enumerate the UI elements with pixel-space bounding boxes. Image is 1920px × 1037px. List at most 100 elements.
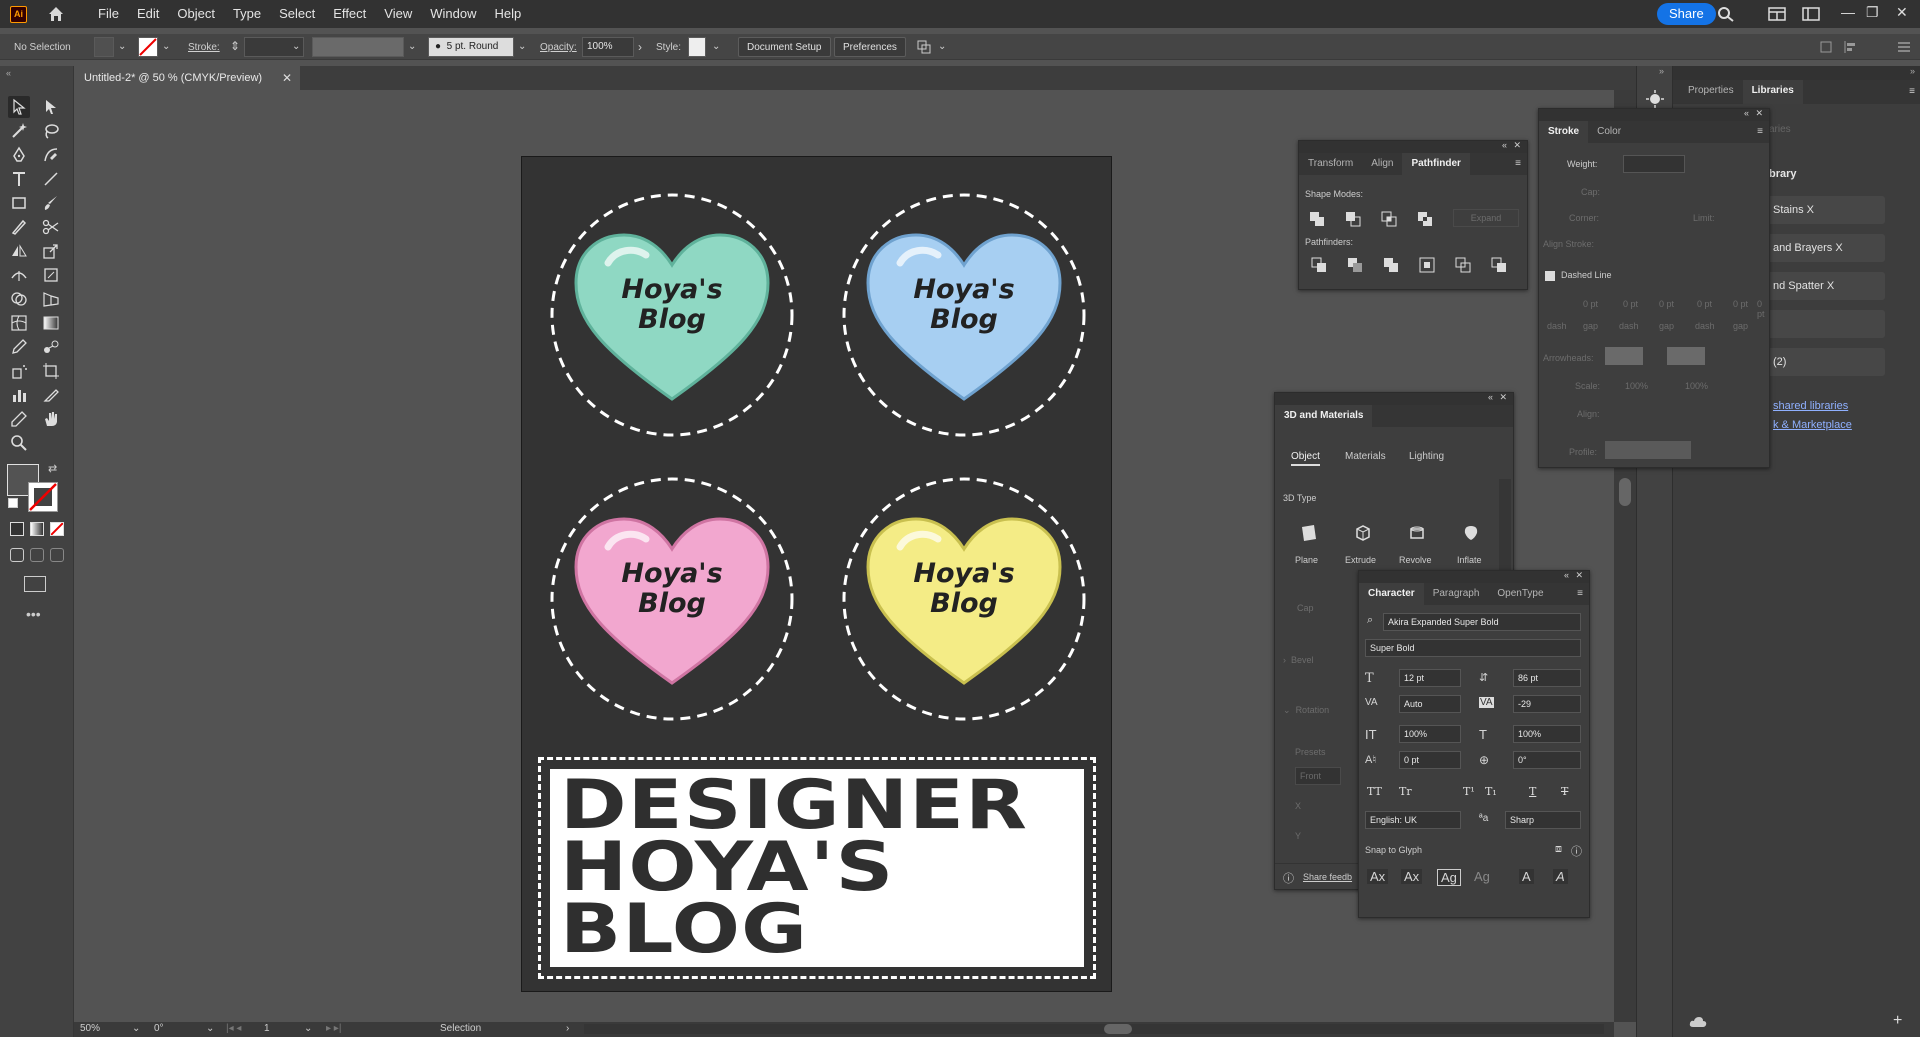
gradient-tool[interactable]: [40, 312, 62, 334]
tab-color[interactable]: Color: [1588, 121, 1630, 143]
menu-window[interactable]: Window: [421, 0, 485, 28]
blend-tool[interactable]: [40, 336, 62, 358]
reflect-tool[interactable]: [8, 240, 30, 262]
close-icon[interactable]: ✕: [1513, 140, 1521, 151]
subtab-object[interactable]: Object: [1291, 451, 1320, 466]
arrowhead-end-select[interactable]: [1667, 347, 1705, 365]
none-mode-icon[interactable]: [50, 522, 64, 536]
font-family-select[interactable]: Akira Expanded Super Bold: [1383, 613, 1581, 631]
gap-value[interactable]: 0 pt: [1623, 299, 1638, 309]
sticker-pink[interactable]: Hoya's Blog: [550, 477, 794, 721]
collapse-icon[interactable]: »: [1910, 66, 1915, 76]
chevron-down-icon[interactable]: ⌄: [206, 1023, 214, 1034]
home-icon[interactable]: [47, 5, 65, 23]
snap-baseline-icon[interactable]: Ax: [1367, 869, 1389, 884]
draw-inside-icon[interactable]: [50, 548, 64, 562]
preferences-button[interactable]: Preferences: [834, 37, 906, 57]
stroke-stepper-icon[interactable]: ⇕: [230, 39, 240, 53]
subscript-icon[interactable]: T₁: [1485, 785, 1497, 798]
document-setup-button[interactable]: Document Setup: [738, 37, 831, 57]
draw-behind-icon[interactable]: [30, 548, 44, 562]
draw-normal-icon[interactable]: [10, 548, 24, 562]
snap-x-height-icon[interactable]: Ax: [1401, 869, 1423, 884]
chevron-down-icon[interactable]: ⌄: [518, 41, 526, 52]
search-icon[interactable]: [1717, 6, 1735, 22]
close-icon[interactable]: ✕: [1499, 392, 1507, 403]
align-icon[interactable]: [1842, 39, 1858, 55]
all-caps-icon[interactable]: TT: [1367, 785, 1382, 798]
eyedropper-tool[interactable]: [8, 336, 30, 358]
brush-definition[interactable]: ● 5 pt. Round: [428, 37, 514, 57]
snap-glyph-bounds-icon[interactable]: Ag: [1437, 869, 1461, 886]
panel-menu-icon[interactable]: ≡: [1909, 86, 1915, 97]
menu-help[interactable]: Help: [485, 0, 530, 28]
selection-tool[interactable]: [8, 96, 30, 118]
menu-file[interactable]: File: [89, 0, 128, 28]
subtab-materials[interactable]: Materials: [1345, 451, 1386, 462]
chevron-down-icon[interactable]: ⌄: [712, 41, 720, 52]
direct-selection-tool[interactable]: [40, 96, 62, 118]
share-feedback-link[interactable]: Share feedb: [1303, 872, 1352, 882]
divide-icon[interactable]: [1311, 257, 1327, 273]
fill-swatch[interactable]: [94, 37, 114, 57]
revolve-icon[interactable]: [1407, 523, 1427, 543]
minus-front-icon[interactable]: [1345, 211, 1361, 227]
pencil-tool[interactable]: [8, 408, 30, 430]
leading-field[interactable]: 86 pt: [1513, 669, 1581, 687]
shaper-tool[interactable]: [8, 216, 30, 238]
intersect-icon[interactable]: [1381, 211, 1397, 227]
baseline-shift-field[interactable]: 0 pt: [1399, 751, 1461, 769]
tab-opentype[interactable]: OpenType: [1488, 583, 1552, 605]
underline-icon[interactable]: T: [1529, 785, 1536, 798]
variable-width-profile[interactable]: [312, 37, 404, 57]
small-caps-icon[interactable]: Tr: [1399, 785, 1412, 798]
panel-menu-icon[interactable]: ≡: [1757, 126, 1763, 137]
sticker-yellow[interactable]: Hoya's Blog: [842, 477, 1086, 721]
sticker-mint[interactable]: Hoya's Blog: [550, 193, 794, 437]
opacity-field[interactable]: 100%: [582, 37, 634, 57]
minus-back-icon[interactable]: [1491, 257, 1507, 273]
pen-tool[interactable]: [8, 144, 30, 166]
collapse-icon[interactable]: «: [1502, 140, 1507, 150]
character-rotation-field[interactable]: 0°: [1513, 751, 1581, 769]
restore-icon[interactable]: ❐: [1866, 4, 1879, 21]
font-search-icon[interactable]: ⌕: [1367, 614, 1373, 627]
tab-properties[interactable]: Properties: [1679, 80, 1743, 104]
workspace-icon[interactable]: [1768, 6, 1786, 22]
collapse-icon[interactable]: «: [1488, 392, 1493, 402]
font-style-select[interactable]: Super Bold: [1365, 639, 1581, 657]
preset-select[interactable]: Front: [1295, 767, 1341, 785]
slice-tool[interactable]: [40, 384, 62, 406]
scrollbar-thumb[interactable]: [1104, 1024, 1132, 1034]
library-search-placeholder[interactable]: aries: [1769, 124, 1791, 135]
panel-menu-icon[interactable]: ≡: [1577, 588, 1583, 599]
free-transform-tool[interactable]: [40, 264, 62, 286]
zoom-level[interactable]: 50%: [80, 1023, 100, 1034]
width-tool[interactable]: [8, 264, 30, 286]
exclude-icon[interactable]: [1417, 211, 1433, 227]
opacity-label[interactable]: Opacity:: [540, 42, 577, 53]
document-tab[interactable]: Untitled-2* @ 50 % (CMYK/Preview) ✕: [74, 66, 300, 90]
gap-value[interactable]: 0 pt: [1757, 299, 1769, 319]
chevron-down-icon[interactable]: ⌄: [408, 41, 416, 52]
info-icon[interactable]: ⓘ: [1571, 843, 1582, 859]
chevron-down-icon[interactable]: ⌄: [292, 41, 300, 52]
library-item[interactable]: [1767, 310, 1885, 338]
merge-icon[interactable]: [1383, 257, 1399, 273]
title-sticker[interactable]: DESIGNER HOYA'S BLOG: [538, 757, 1096, 979]
scale-tool[interactable]: [40, 240, 62, 262]
subtab-lighting[interactable]: Lighting: [1409, 451, 1444, 462]
menu-type[interactable]: Type: [224, 0, 270, 28]
close-icon[interactable]: ✕: [282, 71, 292, 85]
extrude-icon[interactable]: [1353, 523, 1373, 543]
library-item[interactable]: and Brayers X: [1767, 234, 1885, 262]
transform-icon[interactable]: [1818, 39, 1834, 55]
curvature-tool[interactable]: [40, 144, 62, 166]
expand-panels-icon[interactable]: »: [1659, 66, 1664, 76]
menu-select[interactable]: Select: [270, 0, 324, 28]
arrowhead-start-select[interactable]: [1605, 347, 1643, 365]
share-button[interactable]: Share: [1657, 3, 1716, 25]
arrange-documents-icon[interactable]: [1802, 6, 1820, 22]
vertical-scale-field[interactable]: 100%: [1399, 725, 1461, 743]
chevron-right-icon[interactable]: ›: [566, 1023, 569, 1034]
